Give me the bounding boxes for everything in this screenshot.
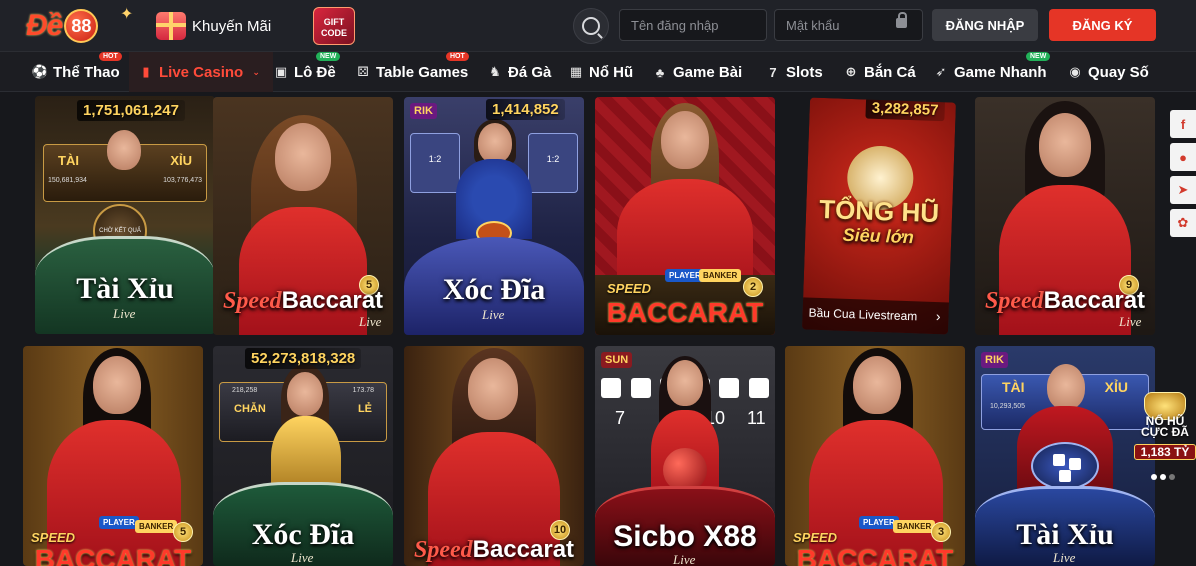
club-card-icon: ♣	[655, 64, 665, 80]
jackpot-floating-widget[interactable]: NỔ HŨ CỰC ĐÃ 1,183 TỶ	[1134, 392, 1196, 464]
rocket-icon: ➶	[935, 64, 947, 79]
game-tile-speed-baccarat-1[interactable]: 5 SpeedBaccarat Live	[213, 97, 393, 335]
floating-social-bar: f ● ➤ ✿	[1170, 110, 1196, 242]
register-button[interactable]: ĐĂNG KÝ	[1049, 9, 1156, 41]
promotions-link[interactable]: Khuyến Mãi	[156, 12, 271, 40]
sparkle-icon: ✦	[120, 6, 134, 23]
game-title: BACCARAT	[796, 544, 954, 566]
table-number-badge: 5	[173, 522, 193, 542]
chat-icon[interactable]: ●	[1170, 143, 1196, 171]
jackpot-counter: 3,282,857	[865, 97, 945, 122]
dice-icon: ⚄	[357, 64, 369, 79]
crosshair-icon: ⊕	[845, 64, 857, 79]
game-title: SpeedBaccarat	[413, 536, 575, 563]
chevron-right-icon: ›	[935, 308, 941, 325]
nav-item-lo-de[interactable]: ▣ Lô Đề NEW	[274, 52, 341, 92]
hot-badge: HOT	[446, 52, 469, 61]
provider-logo: SUN	[601, 352, 633, 368]
login-button[interactable]: ĐĂNG NHẬP	[932, 9, 1038, 41]
lottery-88-icon: ▣	[274, 64, 288, 79]
banker-label: BANKER	[893, 520, 936, 533]
new-badge: NEW	[316, 52, 341, 61]
game-title: BACCARAT	[34, 544, 192, 566]
support-icon[interactable]: ✿	[1170, 209, 1196, 237]
site-logo[interactable]: Đề 88 ✦	[26, 6, 136, 46]
nav-item-game-nhanh[interactable]: ➶ Game Nhanh NEW	[934, 52, 1051, 92]
game-tile-speed-baccarat-2[interactable]: PLAYER BANKER 2 SPEED BACCARAT	[595, 97, 775, 335]
game-tile-speed-baccarat-6[interactable]: PLAYER BANKER 3 SPEED BACCARAT	[785, 346, 965, 566]
game-title: Tài Xỉu	[76, 272, 174, 305]
lottery-ball-icon: ◉	[1069, 64, 1081, 79]
main-nav: ⚽ Thể Thao HOT ▮ Live Casino ⌄ ▣ Lô Đề N…	[0, 52, 1196, 92]
game-tile-speed-baccarat-4[interactable]: PLAYER BANKER 5 SPEED BACCARAT	[23, 346, 203, 566]
jackpot-counter: 1,414,852	[486, 99, 565, 120]
seven-icon: 7	[769, 64, 777, 80]
game-tile-speed-baccarat-3[interactable]: 9 SpeedBaccarat Live	[975, 97, 1155, 335]
nav-item-da-ga[interactable]: ♞ Đá Gà	[488, 52, 551, 92]
lock-icon	[896, 12, 907, 28]
jackpot-amount: 1,183 TỶ	[1134, 444, 1196, 460]
search-icon	[582, 17, 600, 35]
provider-logo: RIK	[410, 103, 437, 119]
game-tile-sicbo-x88[interactable]: 7 10 11 SUN Sicbo X88 Live	[595, 346, 775, 566]
game-title: Tài Xỉu	[1016, 518, 1114, 551]
dice-plate	[1031, 442, 1099, 490]
chevron-down-icon: ⌄	[252, 66, 260, 77]
nav-item-ban-ca[interactable]: ⊕ Bắn Cá	[844, 52, 916, 92]
hot-badge: HOT	[99, 52, 122, 61]
game-tile-xoc-dia-2[interactable]: 218,258 173.78 CHẴN LẺ 52,273,818,328 Xó…	[213, 346, 393, 566]
table-number-badge: 2	[743, 277, 763, 297]
search-button[interactable]	[573, 8, 609, 44]
soccer-ball-icon: ⚽	[31, 64, 49, 79]
rooster-icon: ♞	[489, 64, 501, 79]
jackpot-counter: 52,273,818,328	[245, 348, 362, 369]
top-header: Đề 88 ✦ Khuyến Mãi GIFT CODE ĐĂNG NHẬP Đ…	[0, 0, 1196, 52]
telegram-icon[interactable]: ➤	[1170, 176, 1196, 204]
nav-item-live-casino[interactable]: ▮ Live Casino ⌄	[129, 52, 274, 92]
game-grid: TÀI XỈU 150,681,934 103,776,473 CHỜ KẾT …	[0, 92, 1196, 566]
gift-box-icon	[156, 12, 186, 40]
giftcode-button[interactable]: GIFT CODE	[313, 7, 355, 45]
game-tile-tai-xiu-1[interactable]: TÀI XỈU 150,681,934 103,776,473 CHỜ KẾT …	[35, 96, 215, 334]
game-title: Xóc Đĩa	[442, 273, 546, 306]
slot-machine-icon: ▦	[569, 64, 583, 79]
nav-item-game-bai[interactable]: ♣ Game Bài	[653, 52, 742, 92]
carousel-dots[interactable]	[1151, 474, 1175, 480]
game-caption: Bầu Cua Livestream ›	[801, 297, 950, 335]
game-tile-tong-hu[interactable]: TỔNG HŨ Siêu lớn 3,282,857 Bầu Cua Lives…	[801, 97, 957, 335]
nav-item-no-hu[interactable]: ▦ Nổ Hũ	[569, 52, 633, 92]
nav-item-the-thao[interactable]: ⚽ Thể Thao HOT	[31, 52, 122, 92]
facebook-icon[interactable]: f	[1170, 110, 1196, 138]
username-input[interactable]	[619, 9, 767, 41]
banker-label: BANKER	[699, 269, 742, 282]
game-tile-speed-baccarat-5[interactable]: 10 SpeedBaccarat	[404, 346, 584, 566]
nav-item-slots[interactable]: 7 Slots	[766, 52, 822, 92]
promotions-label: Khuyến Mãi	[192, 17, 272, 35]
game-title: Sicbo X88	[613, 520, 757, 553]
game-title: SpeedBaccarat	[984, 287, 1146, 314]
table-number-badge: 3	[931, 522, 951, 542]
jackpot-counter: 1,751,061,247	[77, 100, 185, 121]
banker-label: BANKER	[135, 520, 178, 533]
game-tile-xoc-dia-1[interactable]: 1:2 1:2 RIK 1,414,852 Xóc Đĩa Live	[404, 97, 584, 335]
provider-logo: RIK	[981, 352, 1008, 368]
game-tile-tai-xiu-2[interactable]: TÀI XỈU 10,293,505 RIK Tài Xỉu Live	[975, 346, 1155, 566]
player-label: PLAYER	[99, 516, 139, 529]
cards-icon: ▮	[142, 64, 150, 79]
game-title: BACCARAT	[606, 297, 764, 328]
new-badge: NEW	[1026, 52, 1051, 61]
nav-item-quay-so[interactable]: ◉ Quay Số	[1068, 52, 1149, 92]
game-title: SpeedBaccarat	[222, 287, 384, 314]
game-title: Xóc Đĩa	[251, 518, 355, 551]
nav-item-table-games[interactable]: ⚄ Table Games HOT	[356, 52, 469, 92]
